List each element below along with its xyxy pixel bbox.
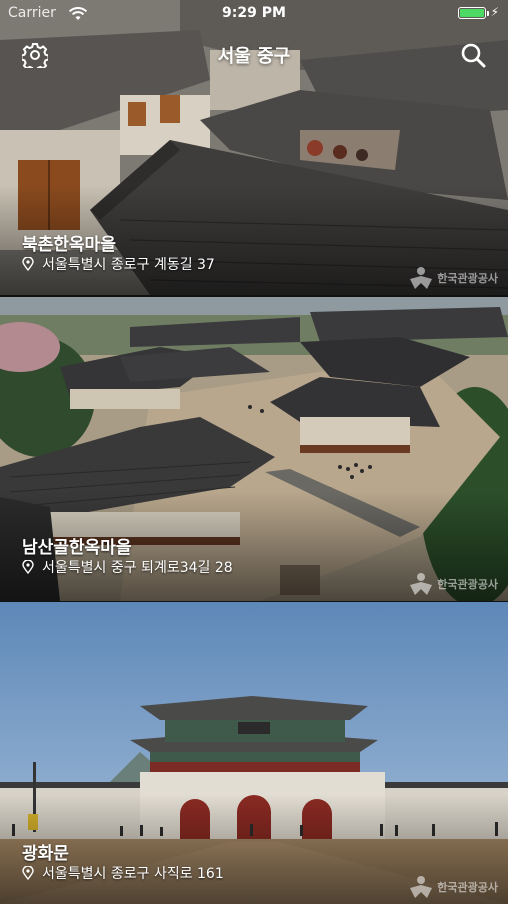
place-title: 남산골한옥마을	[22, 538, 132, 558]
watermark: 한국관광공사	[407, 874, 498, 900]
tourism-logo-icon	[410, 573, 433, 595]
place-title: 북촌한옥마을	[22, 235, 116, 255]
tourism-logo-icon	[410, 267, 433, 289]
place-address: 서울특별시 종로구 계동길 37	[22, 254, 215, 274]
watermark: 한국관광공사	[407, 265, 498, 291]
battery-fill	[460, 9, 484, 17]
tourism-logo-icon	[410, 876, 433, 898]
battery-icon	[458, 7, 489, 19]
page-title: 서울 중구	[217, 46, 291, 67]
place-address-text: 서울특별시 종로구 계동길 37	[42, 257, 215, 273]
location-pin-icon	[22, 865, 34, 881]
search-icon[interactable]	[460, 42, 486, 68]
watermark-text: 한국관광공사	[437, 578, 498, 591]
status-time: 9:29 PM	[222, 5, 286, 21]
location-pin-icon	[22, 256, 34, 272]
watermark-text: 한국관광공사	[437, 272, 498, 285]
watermark: 한국관광공사	[407, 571, 498, 597]
place-card[interactable]: 남산골한옥마을 서울특별시 중구 퇴계로34길 28 한국관광공사	[0, 297, 508, 601]
location-pin-icon	[22, 559, 34, 575]
status-bar: Carrier 9:29 PM ⚡	[0, 0, 508, 28]
nav-bar: 서울 중구	[0, 36, 508, 76]
charging-icon: ⚡	[490, 5, 499, 19]
place-address-text: 서울특별시 중구 퇴계로34길 28	[42, 560, 233, 576]
place-address: 서울특별시 중구 퇴계로34길 28	[22, 557, 233, 577]
place-card[interactable]: 광화문 서울특별시 종로구 사직로 161 한국관광공사	[0, 602, 508, 904]
place-address-text: 서울특별시 종로구 사직로 161	[42, 866, 224, 882]
place-address: 서울특별시 종로구 사직로 161	[22, 863, 224, 883]
watermark-text: 한국관광공사	[437, 881, 498, 894]
place-title: 광화문	[22, 844, 69, 864]
